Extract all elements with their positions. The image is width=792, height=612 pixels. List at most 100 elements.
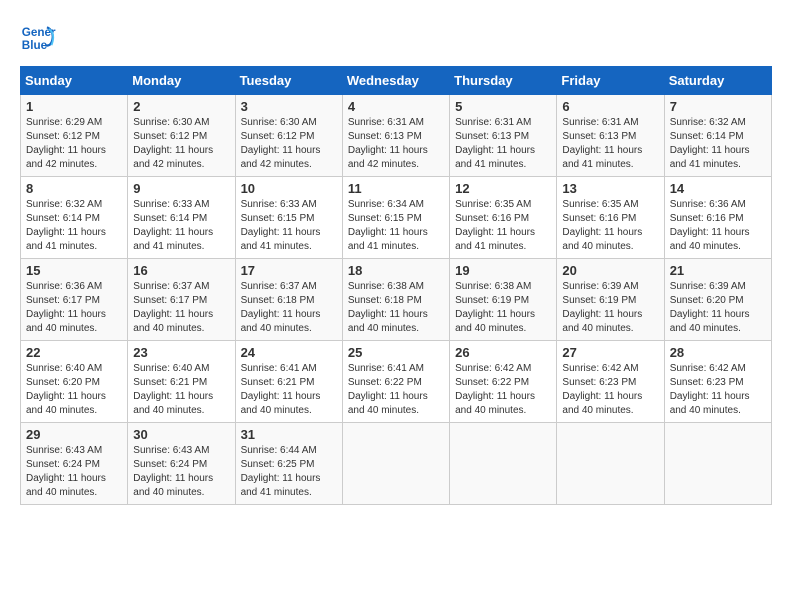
calendar-day-cell: 16 Sunrise: 6:37 AMSunset: 6:17 PMDaylig… <box>128 259 235 341</box>
day-number: 13 <box>562 181 658 196</box>
calendar-day-cell: 15 Sunrise: 6:36 AMSunset: 6:17 PMDaylig… <box>21 259 128 341</box>
calendar-day-cell: 27 Sunrise: 6:42 AMSunset: 6:23 PMDaylig… <box>557 341 664 423</box>
calendar-day-cell: 2 Sunrise: 6:30 AMSunset: 6:12 PMDayligh… <box>128 95 235 177</box>
day-number: 19 <box>455 263 551 278</box>
header-wednesday: Wednesday <box>342 67 449 95</box>
header-saturday: Saturday <box>664 67 771 95</box>
calendar-day-cell: 20 Sunrise: 6:39 AMSunset: 6:19 PMDaylig… <box>557 259 664 341</box>
day-detail: Sunrise: 6:30 AMSunset: 6:12 PMDaylight:… <box>133 117 213 170</box>
calendar-day-cell: 4 Sunrise: 6:31 AMSunset: 6:13 PMDayligh… <box>342 95 449 177</box>
day-detail: Sunrise: 6:31 AMSunset: 6:13 PMDaylight:… <box>348 117 428 170</box>
calendar-table: Sunday Monday Tuesday Wednesday Thursday… <box>20 66 772 505</box>
day-number: 11 <box>348 181 444 196</box>
day-number: 28 <box>670 345 766 360</box>
day-number: 30 <box>133 427 229 442</box>
day-detail: Sunrise: 6:30 AMSunset: 6:12 PMDaylight:… <box>241 117 321 170</box>
day-detail: Sunrise: 6:32 AMSunset: 6:14 PMDaylight:… <box>670 117 750 170</box>
calendar-week-row: 22 Sunrise: 6:40 AMSunset: 6:20 PMDaylig… <box>21 341 772 423</box>
day-number: 20 <box>562 263 658 278</box>
svg-text:General: General <box>22 26 56 39</box>
calendar-day-cell: 28 Sunrise: 6:42 AMSunset: 6:23 PMDaylig… <box>664 341 771 423</box>
day-detail: Sunrise: 6:38 AMSunset: 6:18 PMDaylight:… <box>348 281 428 334</box>
calendar-week-row: 8 Sunrise: 6:32 AMSunset: 6:14 PMDayligh… <box>21 177 772 259</box>
day-number: 26 <box>455 345 551 360</box>
day-detail: Sunrise: 6:33 AMSunset: 6:14 PMDaylight:… <box>133 199 213 252</box>
calendar-day-cell: 23 Sunrise: 6:40 AMSunset: 6:21 PMDaylig… <box>128 341 235 423</box>
calendar-empty-cell <box>557 423 664 505</box>
calendar-day-cell: 5 Sunrise: 6:31 AMSunset: 6:13 PMDayligh… <box>450 95 557 177</box>
day-number: 25 <box>348 345 444 360</box>
day-number: 27 <box>562 345 658 360</box>
day-detail: Sunrise: 6:32 AMSunset: 6:14 PMDaylight:… <box>26 199 106 252</box>
day-detail: Sunrise: 6:41 AMSunset: 6:21 PMDaylight:… <box>241 363 321 416</box>
day-number: 17 <box>241 263 337 278</box>
calendar-day-cell: 1 Sunrise: 6:29 AMSunset: 6:12 PMDayligh… <box>21 95 128 177</box>
day-number: 16 <box>133 263 229 278</box>
calendar-day-cell: 13 Sunrise: 6:35 AMSunset: 6:16 PMDaylig… <box>557 177 664 259</box>
day-detail: Sunrise: 6:31 AMSunset: 6:13 PMDaylight:… <box>455 117 535 170</box>
day-detail: Sunrise: 6:36 AMSunset: 6:17 PMDaylight:… <box>26 281 106 334</box>
day-number: 22 <box>26 345 122 360</box>
day-number: 4 <box>348 99 444 114</box>
calendar-day-cell: 30 Sunrise: 6:43 AMSunset: 6:24 PMDaylig… <box>128 423 235 505</box>
day-detail: Sunrise: 6:42 AMSunset: 6:23 PMDaylight:… <box>670 363 750 416</box>
calendar-day-cell: 11 Sunrise: 6:34 AMSunset: 6:15 PMDaylig… <box>342 177 449 259</box>
header-thursday: Thursday <box>450 67 557 95</box>
day-number: 8 <box>26 181 122 196</box>
logo: General Blue <box>20 20 60 56</box>
calendar-week-row: 15 Sunrise: 6:36 AMSunset: 6:17 PMDaylig… <box>21 259 772 341</box>
day-detail: Sunrise: 6:42 AMSunset: 6:23 PMDaylight:… <box>562 363 642 416</box>
calendar-day-cell: 12 Sunrise: 6:35 AMSunset: 6:16 PMDaylig… <box>450 177 557 259</box>
day-detail: Sunrise: 6:35 AMSunset: 6:16 PMDaylight:… <box>455 199 535 252</box>
day-detail: Sunrise: 6:37 AMSunset: 6:17 PMDaylight:… <box>133 281 213 334</box>
calendar-day-cell: 8 Sunrise: 6:32 AMSunset: 6:14 PMDayligh… <box>21 177 128 259</box>
weekday-header-row: Sunday Monday Tuesday Wednesday Thursday… <box>21 67 772 95</box>
day-detail: Sunrise: 6:40 AMSunset: 6:20 PMDaylight:… <box>26 363 106 416</box>
day-detail: Sunrise: 6:33 AMSunset: 6:15 PMDaylight:… <box>241 199 321 252</box>
header-friday: Friday <box>557 67 664 95</box>
calendar-day-cell: 7 Sunrise: 6:32 AMSunset: 6:14 PMDayligh… <box>664 95 771 177</box>
day-detail: Sunrise: 6:40 AMSunset: 6:21 PMDaylight:… <box>133 363 213 416</box>
day-detail: Sunrise: 6:38 AMSunset: 6:19 PMDaylight:… <box>455 281 535 334</box>
calendar-day-cell: 19 Sunrise: 6:38 AMSunset: 6:19 PMDaylig… <box>450 259 557 341</box>
day-number: 12 <box>455 181 551 196</box>
calendar-week-row: 29 Sunrise: 6:43 AMSunset: 6:24 PMDaylig… <box>21 423 772 505</box>
calendar-day-cell: 25 Sunrise: 6:41 AMSunset: 6:22 PMDaylig… <box>342 341 449 423</box>
calendar-day-cell: 29 Sunrise: 6:43 AMSunset: 6:24 PMDaylig… <box>21 423 128 505</box>
day-number: 18 <box>348 263 444 278</box>
day-number: 14 <box>670 181 766 196</box>
logo-icon: General Blue <box>20 20 56 56</box>
day-number: 2 <box>133 99 229 114</box>
calendar-day-cell: 22 Sunrise: 6:40 AMSunset: 6:20 PMDaylig… <box>21 341 128 423</box>
svg-text:Blue: Blue <box>22 39 48 52</box>
header-sunday: Sunday <box>21 67 128 95</box>
day-detail: Sunrise: 6:36 AMSunset: 6:16 PMDaylight:… <box>670 199 750 252</box>
calendar-empty-cell <box>342 423 449 505</box>
day-number: 1 <box>26 99 122 114</box>
calendar-day-cell: 10 Sunrise: 6:33 AMSunset: 6:15 PMDaylig… <box>235 177 342 259</box>
day-number: 21 <box>670 263 766 278</box>
day-detail: Sunrise: 6:35 AMSunset: 6:16 PMDaylight:… <box>562 199 642 252</box>
day-number: 5 <box>455 99 551 114</box>
calendar-day-cell: 26 Sunrise: 6:42 AMSunset: 6:22 PMDaylig… <box>450 341 557 423</box>
calendar-day-cell: 24 Sunrise: 6:41 AMSunset: 6:21 PMDaylig… <box>235 341 342 423</box>
day-detail: Sunrise: 6:39 AMSunset: 6:19 PMDaylight:… <box>562 281 642 334</box>
day-number: 24 <box>241 345 337 360</box>
calendar-empty-cell <box>450 423 557 505</box>
calendar-day-cell: 17 Sunrise: 6:37 AMSunset: 6:18 PMDaylig… <box>235 259 342 341</box>
page-header: General Blue <box>20 20 772 56</box>
calendar-day-cell: 3 Sunrise: 6:30 AMSunset: 6:12 PMDayligh… <box>235 95 342 177</box>
day-detail: Sunrise: 6:42 AMSunset: 6:22 PMDaylight:… <box>455 363 535 416</box>
day-detail: Sunrise: 6:41 AMSunset: 6:22 PMDaylight:… <box>348 363 428 416</box>
day-detail: Sunrise: 6:34 AMSunset: 6:15 PMDaylight:… <box>348 199 428 252</box>
day-detail: Sunrise: 6:31 AMSunset: 6:13 PMDaylight:… <box>562 117 642 170</box>
calendar-day-cell: 14 Sunrise: 6:36 AMSunset: 6:16 PMDaylig… <box>664 177 771 259</box>
calendar-day-cell: 31 Sunrise: 6:44 AMSunset: 6:25 PMDaylig… <box>235 423 342 505</box>
day-number: 7 <box>670 99 766 114</box>
day-number: 10 <box>241 181 337 196</box>
day-number: 3 <box>241 99 337 114</box>
day-detail: Sunrise: 6:29 AMSunset: 6:12 PMDaylight:… <box>26 117 106 170</box>
calendar-day-cell: 9 Sunrise: 6:33 AMSunset: 6:14 PMDayligh… <box>128 177 235 259</box>
day-number: 9 <box>133 181 229 196</box>
day-detail: Sunrise: 6:43 AMSunset: 6:24 PMDaylight:… <box>133 445 213 498</box>
